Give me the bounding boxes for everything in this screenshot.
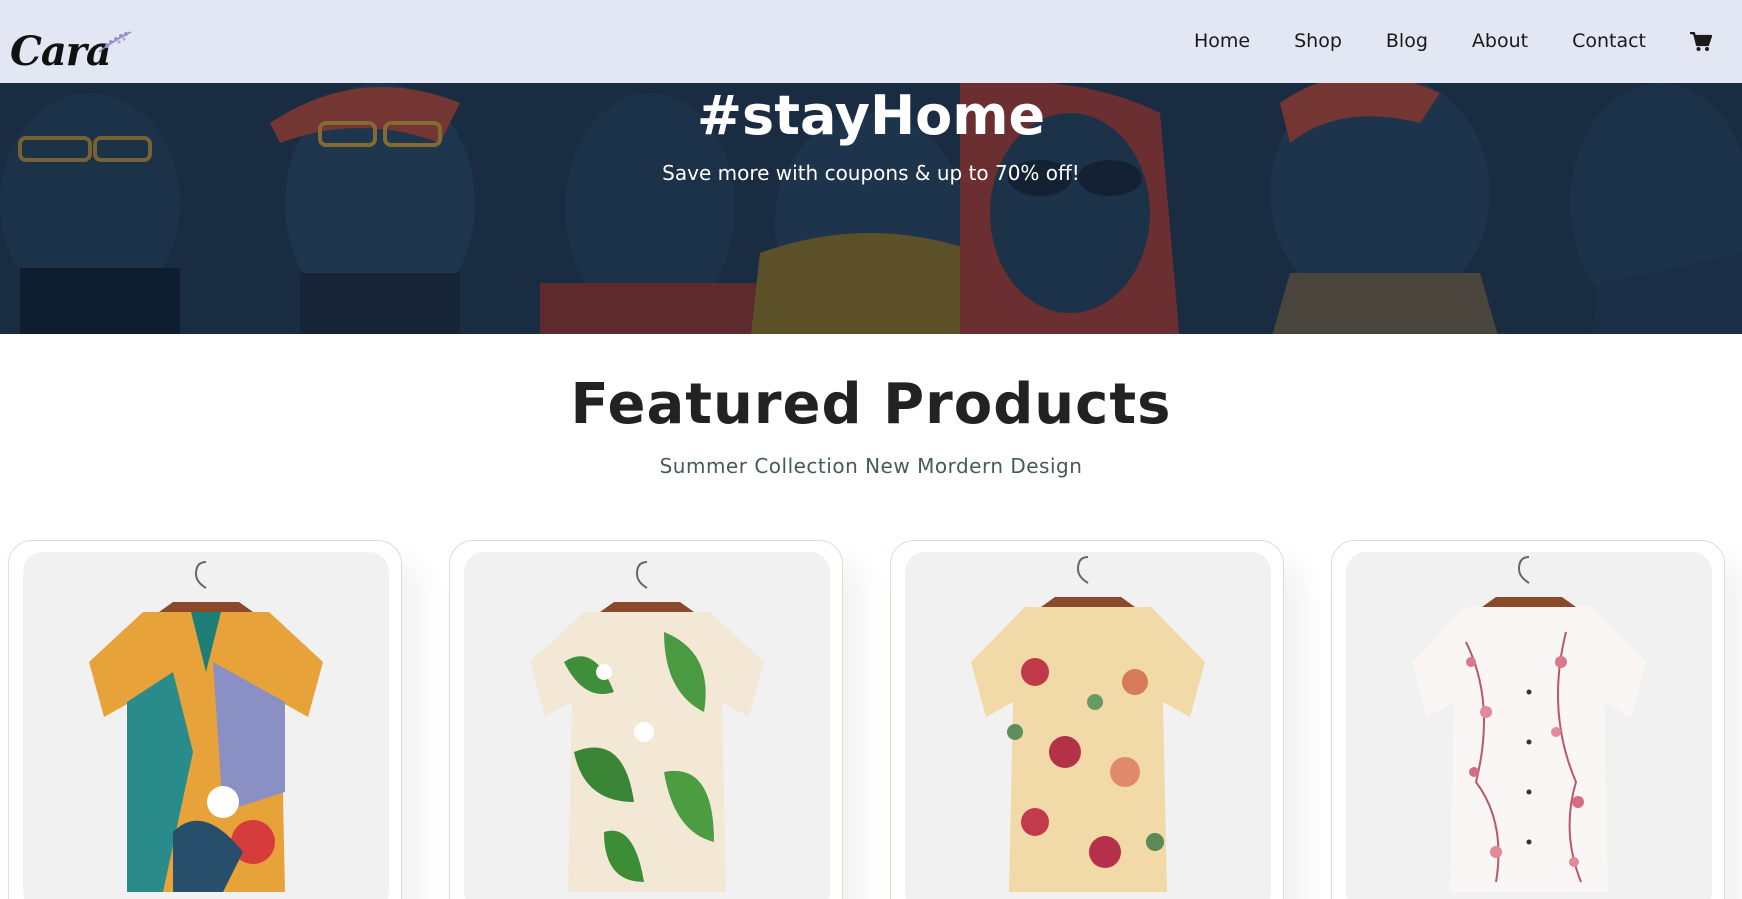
nav-about[interactable]: About: [1450, 0, 1550, 83]
shirt-image-rose-floral: [971, 556, 1205, 892]
nav-contact[interactable]: Contact: [1550, 0, 1668, 83]
product-grid: [0, 540, 1742, 899]
hero-title: #stayHome: [696, 84, 1046, 147]
lavender-sprig-icon: [98, 30, 132, 53]
product-card[interactable]: [890, 540, 1284, 899]
hero-banner: #stayHome Save more with coupons & up to…: [0, 83, 1742, 334]
logo-text: Cara: [10, 27, 112, 75]
shirt-image-green-leaf: [530, 561, 764, 892]
shirt-image-multicolor: [89, 561, 323, 892]
hero-subtitle: Save more with coupons & up to 70% off!: [662, 161, 1080, 185]
product-image: [464, 552, 830, 899]
cart-button[interactable]: [1668, 31, 1712, 52]
product-image: [1346, 552, 1712, 899]
product-card[interactable]: [449, 540, 843, 899]
product-card[interactable]: [1331, 540, 1725, 899]
product-card[interactable]: [8, 540, 402, 899]
nav-home[interactable]: Home: [1172, 0, 1272, 83]
shirt-image-pink-blossom: [1412, 556, 1646, 892]
shopping-cart-icon: [1690, 31, 1712, 51]
nav-shop[interactable]: Shop: [1272, 0, 1364, 83]
product-image: [23, 552, 389, 899]
nav-blog[interactable]: Blog: [1364, 0, 1450, 83]
logo[interactable]: Cara: [10, 12, 133, 72]
featured-subtitle: Summer Collection New Mordern Design: [659, 454, 1083, 478]
featured-title: Featured Products: [570, 372, 1172, 437]
main-nav: Home Shop Blog About Contact: [1172, 0, 1712, 83]
site-header: Cara Home Shop Blog About Contact: [0, 0, 1742, 83]
product-image: [905, 552, 1271, 899]
